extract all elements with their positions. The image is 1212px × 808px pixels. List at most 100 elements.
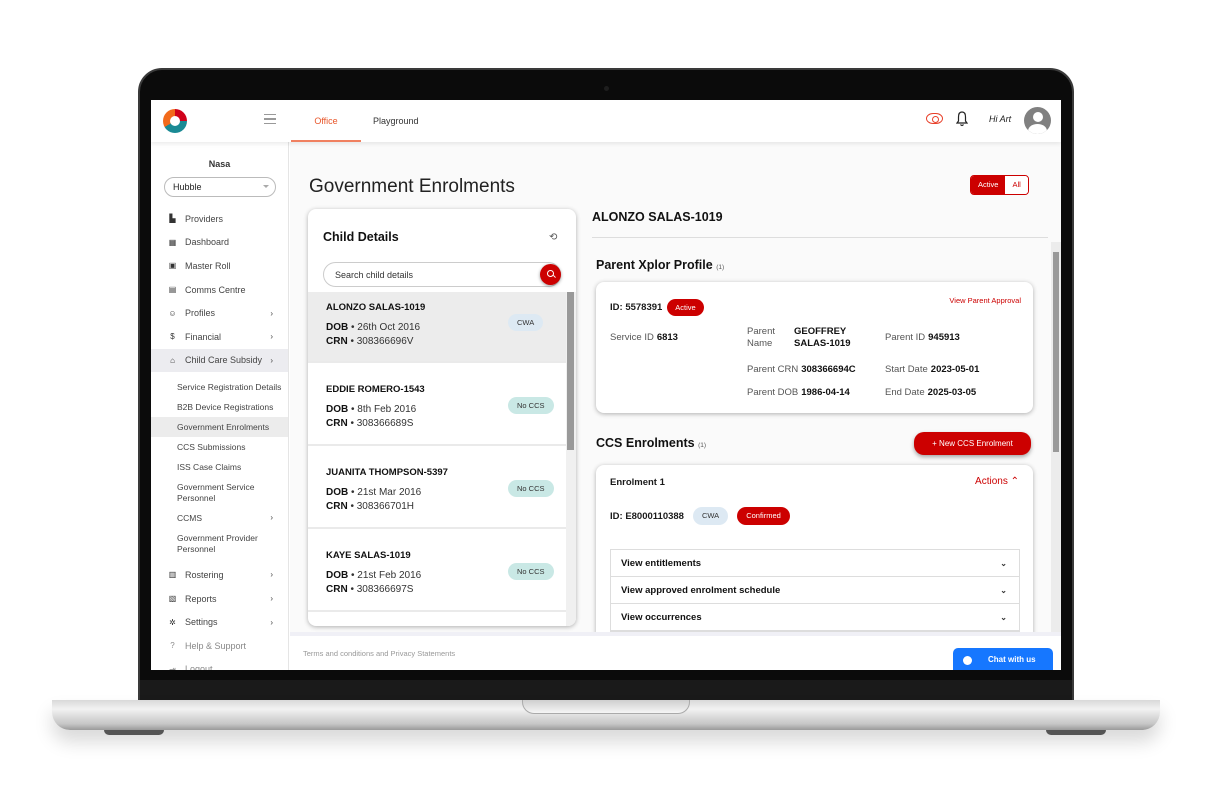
- sidebar-item-label: Rostering: [185, 569, 224, 580]
- sidebar-item-providers[interactable]: ▙ Providers: [151, 207, 288, 231]
- parent-profile-title: Parent Xplor Profile (1): [596, 258, 725, 272]
- sidebar-item-label: Master Roll: [185, 260, 231, 271]
- sidebar-sub-government-enrolments[interactable]: Government Enrolments: [151, 417, 288, 438]
- status-badge: CWA: [508, 314, 544, 331]
- chevron-down-icon: [263, 185, 269, 188]
- child-list-item[interactable]: JUANITA THOMPSON-5397 DOB • 21st Mar 201…: [308, 446, 566, 529]
- sidebar-item-financial[interactable]: $ Financial ›: [151, 325, 288, 349]
- sidebar-sub-b2b-device[interactable]: B2B Device Registrations: [151, 397, 288, 417]
- parent-id: Parent ID 945913: [885, 332, 960, 343]
- child-dob: DOB • 21st Feb 2016: [326, 570, 422, 581]
- service-select-value: Hubble: [173, 182, 202, 192]
- status-badge: No CCS: [508, 563, 554, 580]
- sidebar-sub-ccms[interactable]: CCMS ›: [151, 508, 288, 528]
- sidebar-item-help[interactable]: ? Help & Support: [151, 634, 288, 658]
- bell-icon[interactable]: [956, 111, 968, 127]
- laptop-foot: [104, 730, 164, 735]
- enrolment-id: ID: E8000110388 CWA Confirmed: [610, 507, 790, 525]
- sidebar-item-child-care-subsidy[interactable]: ⌂ Child Care Subsidy ›: [151, 348, 288, 373]
- chat-icon: ▤: [168, 285, 177, 295]
- enrolment-card: Enrolment 1 Actions ⌃ ID: E8000110388 CW…: [596, 465, 1033, 635]
- app-logo[interactable]: [163, 109, 187, 133]
- child-dob: DOB • 21st Mar 2016: [326, 487, 422, 498]
- parent-crn: Parent CRN 308366694C: [747, 364, 856, 375]
- child-list-item[interactable]: KAYE SALAS-1019 DOB • 21st Feb 2016 CRN …: [308, 529, 566, 612]
- chevron-right-icon: ›: [270, 570, 273, 580]
- child-name: EDDIE ROMERO-1543: [326, 384, 425, 395]
- new-ccs-enrolment-button[interactable]: + New CCS Enrolment: [914, 432, 1031, 455]
- sidebar-item-label: Dashboard: [185, 237, 230, 248]
- greeting: Hi Art: [989, 114, 1012, 124]
- tab-office[interactable]: Office: [291, 100, 361, 142]
- sidebar-item-logout[interactable]: ⇥ Logout: [151, 658, 288, 670]
- sidebar-item-label: Logout: [185, 664, 213, 670]
- sidebar-sub-iss-case-claims[interactable]: ISS Case Claims: [151, 457, 288, 477]
- sidebar-item-label: Reports: [185, 593, 217, 604]
- scrollbar-thumb[interactable]: [1053, 252, 1059, 452]
- search-button[interactable]: [540, 264, 561, 285]
- chevron-right-icon: ›: [270, 308, 273, 318]
- child-list-item[interactable]: EDDIE ROMERO-1543 DOB • 8th Feb 2016 CRN…: [308, 363, 566, 446]
- refresh-icon[interactable]: ⟲: [549, 232, 557, 243]
- child-name: KAYE SALAS-1019: [326, 550, 411, 561]
- sidebar-item-label: Profiles: [185, 308, 216, 319]
- child-name: JUANITA THOMPSON-5397: [326, 467, 448, 478]
- screen: Office Playground Hi Art Nasa Hubble ▙ Pr…: [151, 100, 1061, 670]
- sidebar-item-reports[interactable]: ▧ Reports ›: [151, 587, 288, 611]
- parent-profile-card: ID: 5578391 Active View Parent Approval S…: [596, 282, 1033, 413]
- detail-scrollbar[interactable]: [1051, 242, 1061, 632]
- accordion-view-entitlements[interactable]: View entitlements ⌄: [611, 550, 1019, 577]
- sidebar-sub-gov-service-personnel[interactable]: Government Service Personnel: [151, 477, 288, 508]
- report-icon: ▧: [168, 594, 177, 604]
- laptop-notch: [522, 700, 690, 714]
- chevron-up-icon: ⌃: [1010, 476, 1019, 487]
- actions-dropdown[interactable]: Actions ⌃: [975, 476, 1019, 487]
- sidebar-sub-ccs-submissions[interactable]: CCS Submissions: [151, 437, 288, 457]
- chevron-down-icon: ⌄: [1000, 559, 1007, 568]
- child-dob: DOB • 8th Feb 2016: [326, 404, 417, 415]
- avatar-icon[interactable]: [1024, 107, 1051, 134]
- parent-profile-id: ID: 5578391 Active: [610, 299, 704, 316]
- sidebar-item-comms-centre[interactable]: ▤ Comms Centre: [151, 278, 288, 302]
- search-child-input[interactable]: [323, 262, 561, 287]
- scrollbar-thumb[interactable]: [567, 292, 574, 450]
- parent-name-label: Parent Name: [747, 326, 775, 349]
- end-date: End Date 2025-03-05: [885, 387, 977, 398]
- child-dob: DOB • 26th Oct 2016: [326, 322, 421, 333]
- sidebar-item-settings[interactable]: ✲ Settings ›: [151, 610, 288, 634]
- sidebar-item-dashboard[interactable]: ▦ Dashboard: [151, 231, 288, 255]
- child-list-scrollbar[interactable]: [566, 292, 576, 626]
- accordion-view-schedule[interactable]: View approved enrolment schedule ⌄: [611, 577, 1019, 604]
- terms-link[interactable]: Terms and conditions and Privacy Stateme…: [303, 649, 455, 658]
- eye-icon[interactable]: [926, 113, 943, 124]
- selected-child-name: ALONZO SALAS-1019: [592, 210, 723, 224]
- sidebar-nav: ▙ Providers ▦ Dashboard ▣ Master Roll ▤ Comm…: [151, 207, 288, 670]
- service-select[interactable]: Hubble: [164, 177, 276, 197]
- chevron-right-icon: ›: [270, 617, 273, 627]
- sidebar-sub-service-registration[interactable]: Service Registration Details: [151, 377, 288, 397]
- accordion-view-occurrences[interactable]: View occurrences ⌄: [611, 604, 1019, 631]
- sidebar-item-label: Child Care Subsidy: [185, 355, 263, 366]
- child-crn: CRN • 308366697S: [326, 584, 414, 595]
- dollar-icon: $: [170, 332, 175, 342]
- sidebar-item-profiles[interactable]: ☺ Profiles ›: [151, 301, 288, 325]
- dashboard-icon: ▦: [168, 237, 177, 247]
- chat-with-us-button[interactable]: Chat with us: [953, 648, 1053, 670]
- filter-all-button[interactable]: All: [1005, 176, 1028, 194]
- sidebar-sub-gov-provider-personnel[interactable]: Government Provider Personnel: [151, 528, 288, 559]
- top-bar: Office Playground Hi Art: [151, 100, 1061, 142]
- bank-icon: ⌂: [170, 355, 175, 365]
- chevron-right-icon: ›: [270, 513, 273, 523]
- profile-icon: ☺: [168, 308, 177, 318]
- sidebar-item-label: Help & Support: [185, 640, 247, 651]
- filter-active-button[interactable]: Active: [971, 176, 1006, 194]
- view-parent-approval-link[interactable]: View Parent Approval: [949, 296, 1021, 305]
- sidebar-item-master-roll[interactable]: ▣ Master Roll: [151, 254, 288, 278]
- parent-dob: Parent DOB 1986-04-14: [747, 387, 850, 398]
- hamburger-icon[interactable]: [264, 114, 276, 124]
- child-list-item[interactable]: ALONZO SALAS-1019 DOB • 26th Oct 2016 CR…: [308, 292, 566, 363]
- tab-playground[interactable]: Playground: [373, 100, 419, 142]
- chevron-right-icon: ›: [270, 355, 273, 365]
- sidebar-item-rostering[interactable]: ▥ Rostering ›: [151, 563, 288, 587]
- status-badge: No CCS: [508, 480, 554, 497]
